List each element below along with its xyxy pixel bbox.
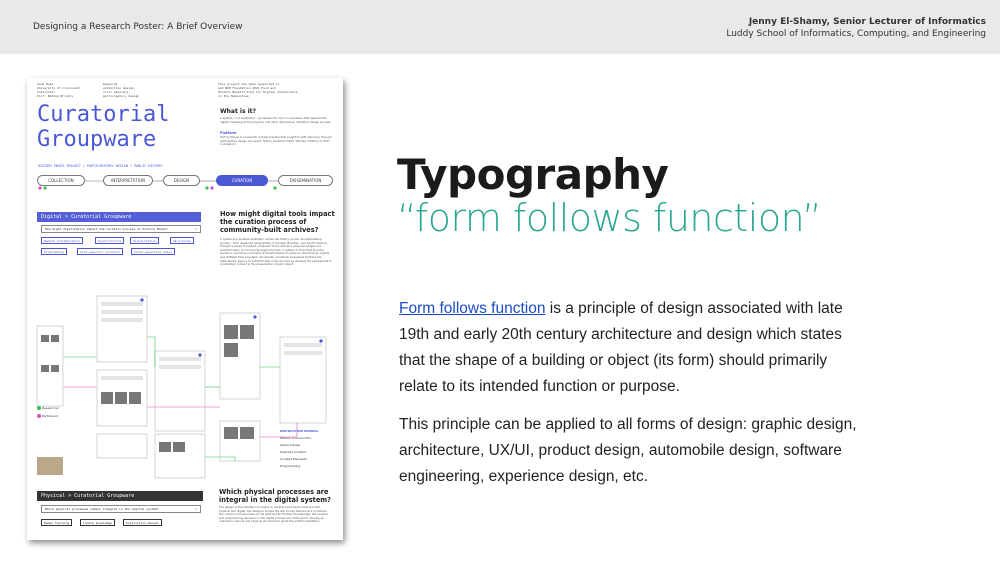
- step-interpretation: INTERPRETATION: [103, 175, 153, 186]
- instruction-item: Space Design: [280, 443, 301, 447]
- legend-researcher: Researcher: [37, 406, 59, 410]
- legend-researcher-label: Researcher: [41, 406, 59, 410]
- step-curation: CURATION: [216, 175, 268, 186]
- participant-dot: [37, 414, 41, 418]
- search-icon: ⌕: [195, 227, 197, 231]
- instruction-item: Selected Content: [280, 450, 306, 454]
- instruction-item: Mission & Instruction: [280, 436, 312, 440]
- form-follows-function-link[interactable]: Form follows function: [399, 300, 545, 317]
- digital-question-text: How might digitization impact the curati…: [45, 227, 168, 231]
- what-body: A system – not exhibitions – groupware f…: [220, 116, 332, 124]
- digital-chip: Remote collaboration: [41, 237, 84, 244]
- school-name: Luddy School of Informatics, Computing, …: [726, 29, 986, 39]
- step-collection: COLLECTION: [37, 175, 85, 186]
- slide-subtitle: “form follows function”: [397, 196, 822, 240]
- poster-title-line1: Curatorial: [37, 102, 170, 127]
- physical-chip: Locale knowledge: [80, 519, 115, 526]
- presentation-title: Designing a Research Poster: A Brief Ove…: [33, 22, 243, 32]
- digital-bar: Digital > Curatorial Groupware: [37, 212, 201, 222]
- search-icon: ⌕: [195, 507, 197, 511]
- digital-chip: Touch-sensitive audio: [131, 248, 175, 255]
- step-design: DESIGN: [163, 175, 200, 186]
- poster-title: Curatorial Groupware: [37, 102, 169, 152]
- poster-subtitle: HISTORY MOVES PROJECT | PARTICIPATORY DE…: [38, 164, 163, 168]
- physical-question: Which physical processes remain integral…: [41, 505, 201, 513]
- q1-body: A mobile and modular exhibition carries …: [220, 237, 332, 267]
- paragraph-1: Form follows function is a principle of …: [399, 296, 869, 400]
- digital-question: How might digitization impact the curati…: [41, 225, 201, 233]
- digital-chip: AR preview: [170, 237, 195, 244]
- physical-chip: Human touching: [41, 519, 73, 526]
- step-dissemination: DISSEMINATION: [278, 175, 333, 186]
- what-heading: What is it?: [220, 108, 257, 115]
- instruction-title: INSTRUCTION MANUAL: [280, 429, 319, 433]
- paragraph-2: This principle can be applied to all for…: [399, 416, 857, 485]
- legend-participant: Participant: [37, 414, 58, 418]
- physical-chip: Instruction manual: [123, 519, 162, 526]
- digital-chip: Programming: [41, 248, 67, 255]
- platform-body: History Moves is a research cultural pra…: [220, 135, 332, 147]
- author-name: Jenny El-Shamy, Senior Lecturer of Infor…: [748, 17, 986, 27]
- poster-meta-author: Anna Hoes University of Cincinnati Instr…: [37, 82, 81, 98]
- poster-meta-support: This project has been supported in and N…: [218, 82, 298, 98]
- researcher-dot: [37, 406, 41, 410]
- digital-chip: Synchronicity: [95, 237, 125, 244]
- digital-chip: Visualization: [130, 237, 160, 244]
- slide-title: Typography: [397, 150, 669, 199]
- physical-bar: Physical > Curatorial Groupware: [37, 491, 203, 501]
- q2-body: The design of the exhibition is reliant …: [219, 505, 329, 524]
- poster-title-line2: Groupware: [37, 127, 157, 152]
- legend-participant-label: Participant: [41, 414, 59, 418]
- instruction-manual: INSTRUCTION MANUAL Mission & Instruction…: [280, 428, 318, 470]
- author-info: Jenny El-Shamy, Senior Lecturer of Infor…: [726, 16, 986, 40]
- poster-image: Anna Hoes University of Cincinnati Instr…: [27, 78, 343, 540]
- header-bar: Designing a Research Poster: A Brief Ove…: [0, 0, 1000, 54]
- q1-heading: How might digital tools impact the curat…: [220, 210, 335, 234]
- q2-heading: Which physical processes are integral in…: [219, 488, 332, 504]
- instruction-item: Programming: [280, 464, 301, 468]
- poster-meta-keywords: Keywords exhibition design, civic advoca…: [103, 82, 140, 98]
- instruction-item: Curated Elements: [280, 457, 307, 461]
- process-steps: COLLECTION INTERPRETATION DESIGN CURATIO…: [35, 175, 335, 187]
- physical-question-text: Which physical processes remain integral…: [45, 507, 159, 511]
- digital-chip: Site-specific curation: [77, 248, 123, 255]
